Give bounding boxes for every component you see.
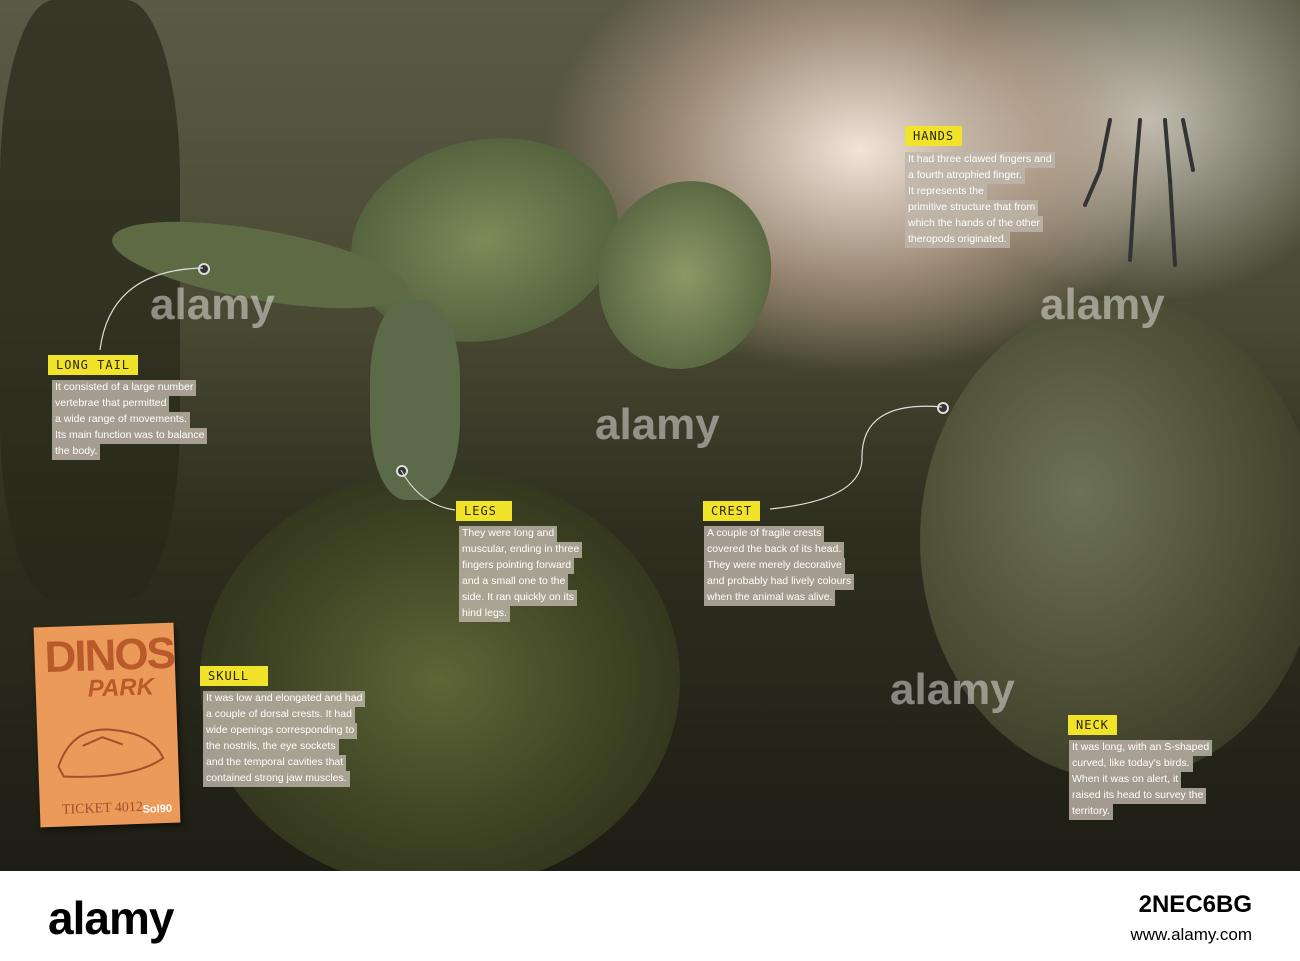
neck-label: NECK <box>1068 715 1117 735</box>
text-line: It had three clawed fingers and <box>905 152 1055 168</box>
ticket-brand: Sol90 <box>142 802 173 816</box>
text-line: They were merely decorative <box>704 558 845 574</box>
text-line: contained strong jaw muscles. <box>203 771 350 787</box>
ticket-number: TICKET 4012 <box>61 799 144 818</box>
text-line: They were long and <box>459 526 558 542</box>
text-line: territory. <box>1069 804 1113 820</box>
text-line: the body. <box>52 444 101 460</box>
legs-label: LEGS <box>456 501 512 521</box>
text-line: theropods originated. <box>905 232 1010 248</box>
text-line: When it was on alert, it <box>1069 772 1182 788</box>
text-line: It was low and elongated and had <box>203 691 366 707</box>
text-line: fingers pointing forward <box>459 558 575 574</box>
ticket-subtitle: PARK <box>87 673 155 703</box>
skull-description: It was low and elongated and had a coupl… <box>203 691 366 787</box>
text-line: and probably had lively colours <box>704 574 855 590</box>
text-line: covered the back of its head. <box>704 542 845 558</box>
text-line: A couple of fragile crests <box>704 526 825 542</box>
image-id: 2NEC6BG <box>1138 891 1252 918</box>
footer-bar: alamy 2NEC6BG www.alamy.com <box>0 871 1300 961</box>
text-line: vertebrae that permitted <box>52 396 170 412</box>
long-tail-description: It consisted of a large number vertebrae… <box>52 380 208 460</box>
text-line: wide openings corresponding to <box>203 723 358 739</box>
text-line: and the temporal cavities that <box>203 755 347 771</box>
site-url[interactable]: www.alamy.com <box>1130 925 1252 945</box>
alamy-logo: alamy <box>48 892 174 944</box>
hand-skeleton-icon <box>1083 118 1195 267</box>
text-line: which the hands of the other <box>905 216 1043 232</box>
text-line: It represents the <box>905 184 987 200</box>
text-line: It was long, with an S-shaped <box>1069 740 1213 756</box>
crest-label: CREST <box>703 501 761 521</box>
text-line: when the animal was alive. <box>704 590 836 606</box>
legs-description: They were long and muscular, ending in t… <box>459 526 583 622</box>
long-tail-label: LONG TAIL <box>48 355 139 375</box>
text-line: side. It ran quickly on its <box>459 590 578 606</box>
text-line: It consisted of a large number <box>52 380 197 396</box>
skull-sketch-icon <box>57 728 165 778</box>
dinos-park-ticket: DINOS PARK TICKET 4012 Sol90 <box>33 622 181 828</box>
text-line: curved, like today's birds. <box>1069 756 1193 772</box>
infographic-scene: alamy alamy alamy alamy LONG TAIL It con… <box>0 0 1300 871</box>
text-line: primitive structure that from <box>905 200 1039 216</box>
text-line: muscular, ending in three <box>459 542 583 558</box>
skull-label: SKULL <box>200 666 268 686</box>
text-line: hind legs. <box>459 606 510 622</box>
text-line: a fourth atrophied finger. <box>905 168 1025 184</box>
hands-label: HANDS <box>905 126 963 146</box>
hands-description: It had three clawed fingers and a fourth… <box>905 152 1055 248</box>
neck-description: It was long, with an S-shaped curved, li… <box>1069 740 1213 820</box>
crest-description: A couple of fragile crests covered the b… <box>704 526 855 606</box>
text-line: raised its head to survey the <box>1069 788 1207 804</box>
text-line: a couple of dorsal crests. It had <box>203 707 355 723</box>
text-line: and a small one to the <box>459 574 569 590</box>
text-line: a wide range of movements. <box>52 412 190 428</box>
text-line: Its main function was to balance <box>52 428 208 444</box>
text-line: the nostrils, the eye sockets <box>203 739 339 755</box>
